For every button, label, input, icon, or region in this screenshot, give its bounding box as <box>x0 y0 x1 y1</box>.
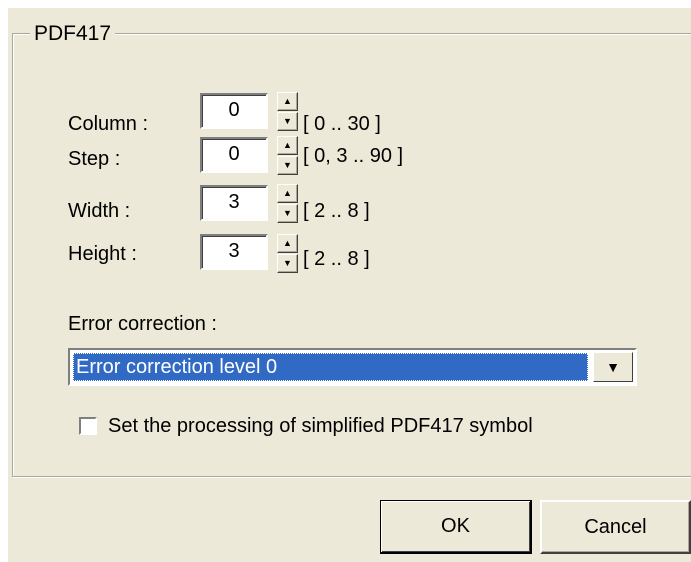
simplified-pdf417-checkbox[interactable] <box>79 417 97 435</box>
dropdown-arrow-icon[interactable]: ▼ <box>593 352 633 382</box>
ok-button[interactable]: OK <box>380 500 532 554</box>
simplified-pdf417-label[interactable]: Set the processing of simplified PDF417 … <box>108 414 533 438</box>
spin-up-icon[interactable]: ▲ <box>277 92 298 111</box>
width-range: [ 2 .. 8 ] <box>303 200 370 222</box>
height-spinner[interactable]: ▲ ▼ <box>277 234 298 274</box>
height-range: [ 2 .. 8 ] <box>303 248 370 270</box>
spin-down-icon[interactable]: ▼ <box>277 204 298 223</box>
height-input[interactable]: 3 <box>200 234 268 270</box>
cancel-button[interactable]: Cancel <box>540 500 691 554</box>
spin-down-icon[interactable]: ▼ <box>277 254 298 273</box>
error-correction-selected-value[interactable]: Error correction level 0 <box>73 353 588 381</box>
step-range: [ 0, 3 .. 90 ] <box>303 145 404 167</box>
column-range: [ 0 .. 30 ] <box>303 113 381 135</box>
error-correction-label: Error correction : <box>68 313 217 335</box>
column-spinner[interactable]: ▲ ▼ <box>277 92 298 132</box>
spin-up-icon[interactable]: ▲ <box>277 136 298 155</box>
width-spinner[interactable]: ▲ ▼ <box>277 184 298 224</box>
step-input[interactable]: 0 <box>200 137 268 173</box>
column-input[interactable]: 0 <box>200 93 268 129</box>
width-input[interactable]: 3 <box>200 185 268 221</box>
spin-up-icon[interactable]: ▲ <box>277 234 298 253</box>
error-correction-select[interactable]: Error correction level 0 ▼ <box>68 348 637 386</box>
step-spinner[interactable]: ▲ ▼ <box>277 136 298 176</box>
column-label: Column : <box>68 113 149 135</box>
step-label: Step : <box>68 148 121 170</box>
width-label: Width : <box>68 200 131 222</box>
height-label: Height : <box>68 243 137 265</box>
spin-down-icon[interactable]: ▼ <box>277 112 298 131</box>
groupbox-title: PDF417 <box>30 22 116 46</box>
spin-up-icon[interactable]: ▲ <box>277 184 298 203</box>
spin-down-icon[interactable]: ▼ <box>277 156 298 175</box>
